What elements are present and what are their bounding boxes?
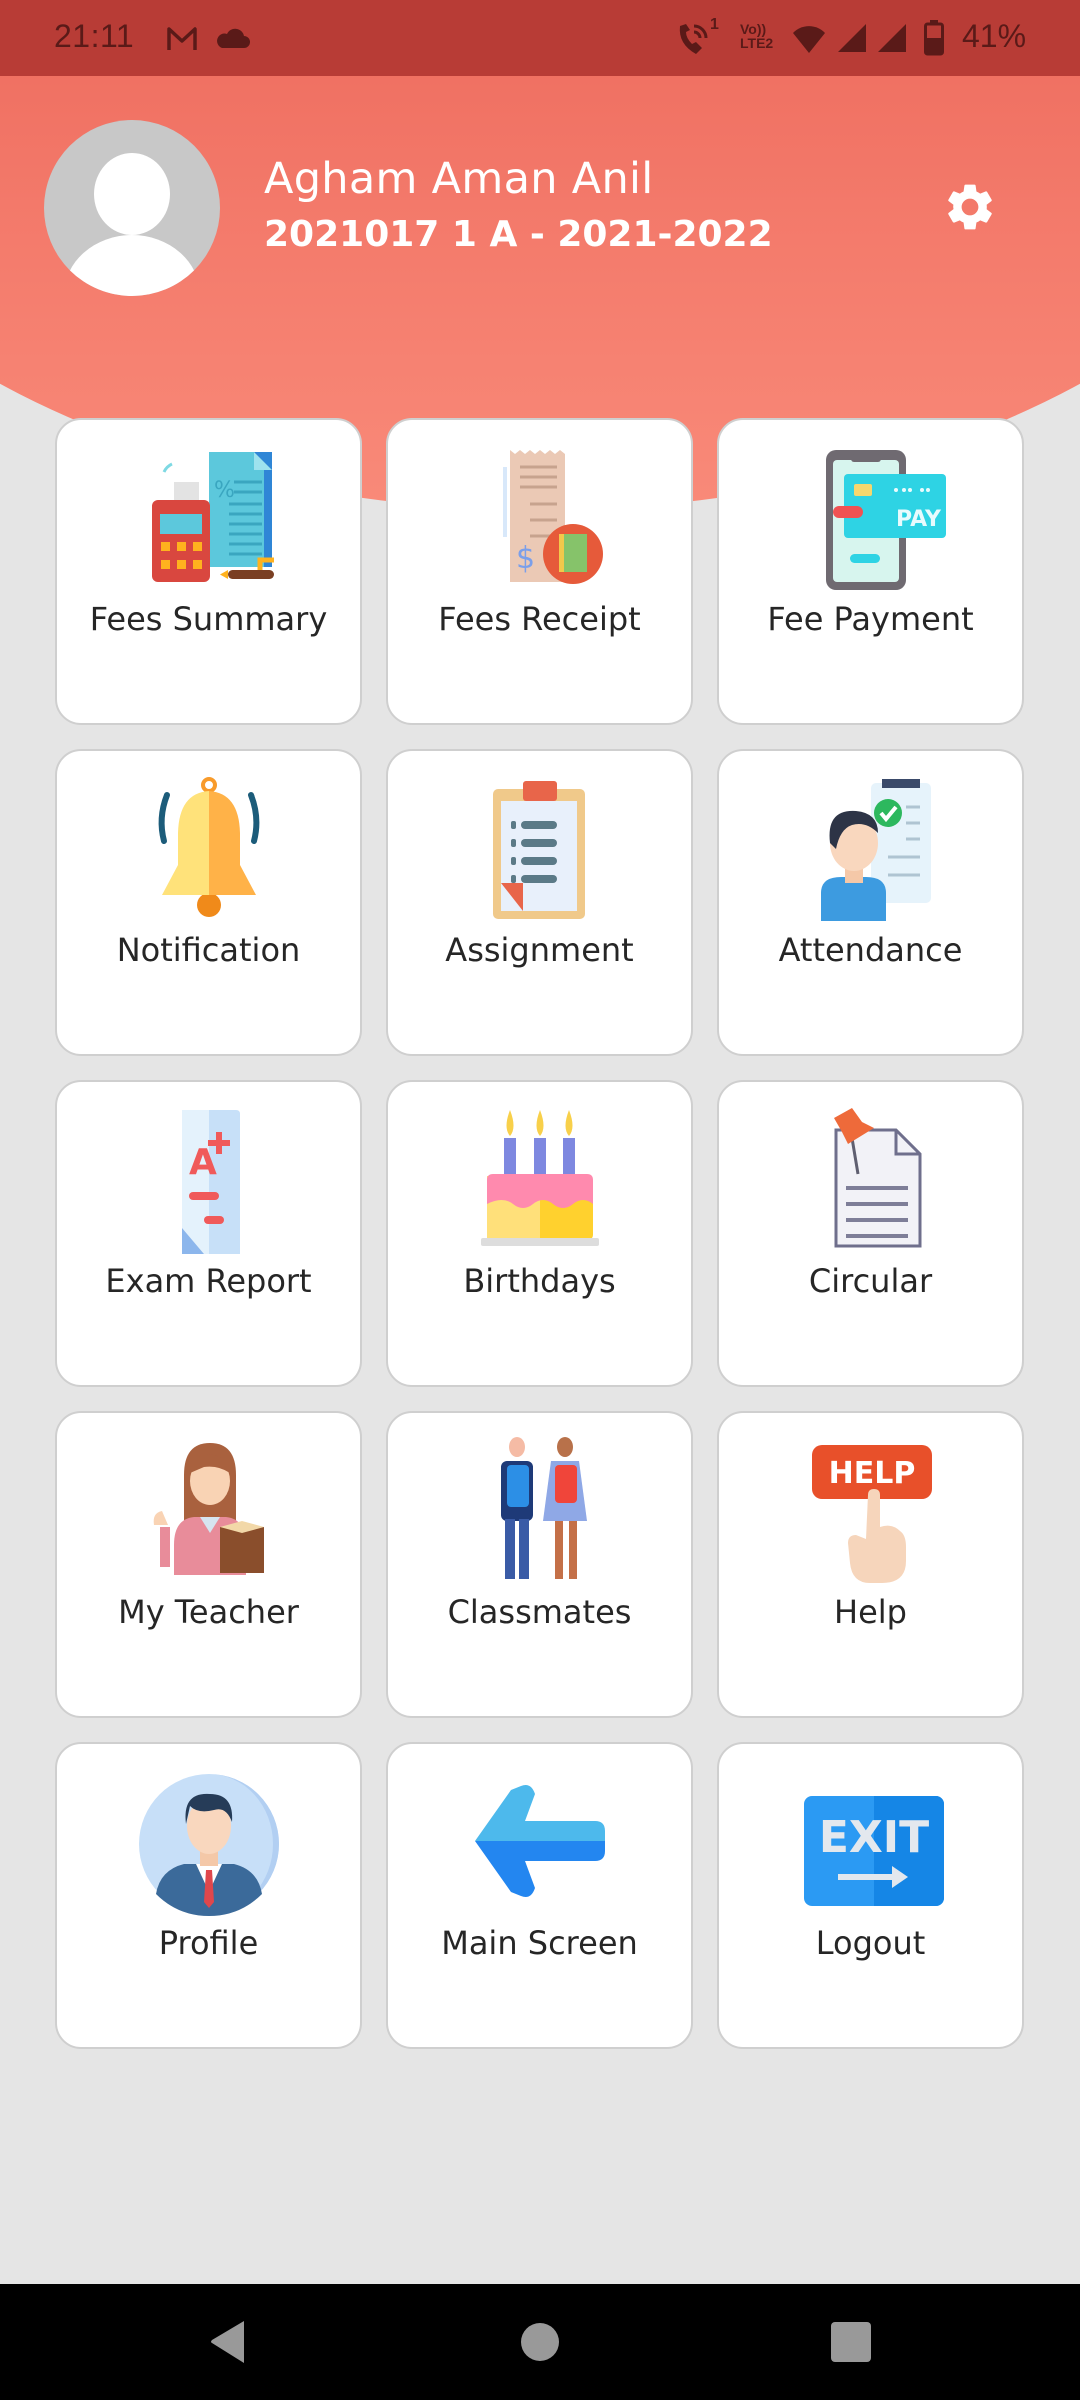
menu-item-label: Fee Payment (767, 600, 974, 638)
birthday-cake-icon (465, 1104, 615, 1254)
menu-item-label: Exam Report (105, 1262, 312, 1300)
battery-icon (924, 20, 944, 60)
menu-item-main-screen[interactable]: Main Screen (386, 1742, 693, 2049)
clipboard-icon (465, 773, 615, 923)
home-circle-icon (520, 2322, 560, 2366)
menu-item-label: Help (834, 1593, 907, 1631)
svg-text:EXIT: EXIT (818, 1812, 928, 1863)
menu-item-notification[interactable]: Notification (55, 749, 362, 1056)
call-badge: 1 (710, 16, 719, 33)
exit-icon: EXIT (796, 1766, 946, 1916)
menu-item-label: Classmates (447, 1593, 632, 1631)
menu-item-label: Fees Receipt (438, 600, 641, 638)
menu-item-classmates[interactable]: Classmates (386, 1411, 693, 1718)
menu-item-label: Birthdays (463, 1262, 616, 1300)
menu-item-label: Profile (158, 1924, 259, 1962)
svg-text:%: % (214, 478, 235, 503)
back-triangle-icon (208, 2319, 248, 2369)
student-meta: 2021017 1 A - 2021-2022 (264, 214, 773, 255)
svg-text:$: $ (516, 541, 535, 576)
nav-back-button[interactable] (188, 2304, 268, 2384)
status-time: 21:11 (54, 18, 135, 54)
nav-recents-button[interactable] (811, 2304, 891, 2384)
menu-item-label: Logout (815, 1924, 926, 1962)
classmates-icon (465, 1435, 615, 1585)
nav-home-button[interactable] (500, 2304, 580, 2384)
menu-item-my-teacher[interactable]: My Teacher (55, 1411, 362, 1718)
menu-grid: % Fees Summary $ Fees Receipt PAY Fee Pa… (55, 418, 1024, 2049)
menu-item-label: Fees Summary (89, 600, 328, 638)
menu-item-fees-receipt[interactable]: $ Fees Receipt (386, 418, 693, 725)
circular-document-icon (796, 1104, 946, 1254)
svg-text:HELP: HELP (828, 1456, 915, 1491)
menu-item-logout[interactable]: EXIT Logout (717, 1742, 1024, 2049)
lte-label: LTE2 (740, 35, 774, 51)
menu-item-profile[interactable]: Profile (55, 1742, 362, 2049)
menu-item-label: Assignment (445, 931, 634, 969)
fees-receipt-icon: $ (465, 442, 615, 592)
svg-text:PAY: PAY (896, 507, 942, 532)
fees-summary-icon: % (134, 442, 284, 592)
menu-item-help[interactable]: HELP Help (717, 1411, 1024, 1718)
exam-report-icon: A (134, 1104, 284, 1254)
gmail-icon (166, 25, 198, 57)
attendance-icon (796, 773, 946, 923)
battery-percent: 41% (962, 18, 1027, 54)
fee-payment-icon: PAY (796, 442, 946, 592)
avatar[interactable] (44, 120, 220, 296)
menu-item-attendance[interactable]: Attendance (717, 749, 1024, 1056)
back-arrow-icon (465, 1766, 615, 1916)
recents-square-icon (830, 2321, 872, 2367)
menu-item-label: Main Screen (441, 1924, 638, 1962)
menu-item-fees-summary[interactable]: % Fees Summary (55, 418, 362, 725)
cloud-icon (216, 26, 250, 54)
gear-icon (942, 179, 998, 239)
signal-sim1-icon (838, 24, 866, 56)
menu-item-birthdays[interactable]: Birthdays (386, 1080, 693, 1387)
bell-icon (134, 773, 284, 923)
menu-item-circular[interactable]: Circular (717, 1080, 1024, 1387)
profile-icon (134, 1766, 284, 1916)
help-icon: HELP (796, 1435, 946, 1585)
volte-lte2-icon: Vo)) LTE2 (740, 22, 773, 50)
student-name: Agham Aman Anil (264, 154, 654, 204)
menu-item-assignment[interactable]: Assignment (386, 749, 693, 1056)
status-bar: 21:11 1 Vo)) LTE2 41% (0, 0, 1080, 76)
menu-item-label: Attendance (778, 931, 963, 969)
settings-button[interactable] (938, 177, 1002, 241)
wifi-icon (792, 24, 826, 58)
teacher-icon (134, 1435, 284, 1585)
menu-item-label: My Teacher (118, 1593, 299, 1631)
default-avatar-icon (94, 153, 170, 235)
signal-sim2-icon (878, 24, 906, 56)
avatar-body-shape (64, 235, 200, 296)
menu-item-fee-payment[interactable]: PAY Fee Payment (717, 418, 1024, 725)
volte-label: Vo)) (740, 21, 767, 37)
menu-item-exam-report[interactable]: A Exam Report (55, 1080, 362, 1387)
svg-text:A: A (189, 1142, 217, 1183)
menu-item-label: Notification (116, 931, 301, 969)
navigation-bar (0, 2284, 1080, 2400)
menu-item-label: Circular (808, 1262, 933, 1300)
